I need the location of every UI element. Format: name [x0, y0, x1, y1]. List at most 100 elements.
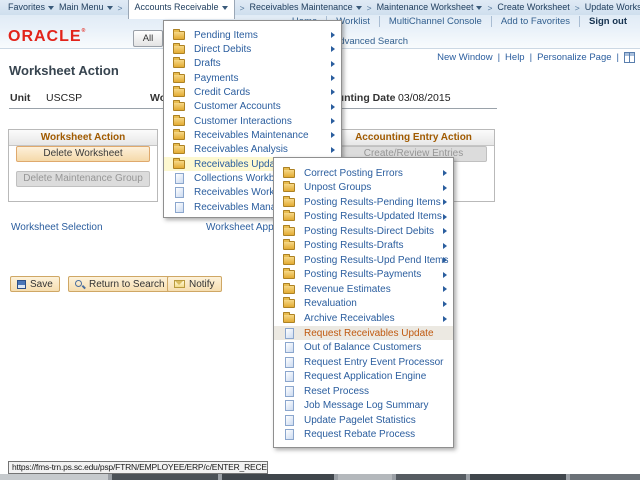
menu-item-direct-debits[interactable]: Direct Debits [164, 42, 341, 56]
utility-nav-multichannel-console[interactable]: MultiChannel Console [379, 16, 491, 27]
page-icon [285, 415, 294, 426]
breadcrumb-item-maintenance-worksheet[interactable]: Maintenance Worksheet [377, 1, 483, 14]
save-button[interactable]: Save [10, 276, 60, 292]
folder-icon [173, 160, 185, 169]
page-icon [175, 173, 184, 184]
taskbar-segment [338, 474, 392, 480]
menu-item-request-receivables-update[interactable]: Request Receivables Update [274, 326, 453, 340]
notify-button[interactable]: Notify [167, 276, 222, 292]
menu-item-label: Update Pagelet Statistics [304, 415, 416, 426]
breadcrumb-item-receivables-maintenance[interactable]: Receivables Maintenance [250, 1, 362, 14]
page-icon [285, 371, 294, 382]
chevron-down-icon [356, 6, 362, 10]
menu-item-drafts[interactable]: Drafts [164, 57, 341, 71]
breadcrumb-item-accounts-receivable[interactable]: Accounts Receivable [128, 0, 235, 19]
folder-icon [283, 314, 295, 323]
folder-icon [283, 183, 295, 192]
menu-item-credit-cards[interactable]: Credit Cards [164, 85, 341, 99]
delete-worksheet-button[interactable]: Delete Worksheet [16, 146, 150, 162]
breadcrumb-item-label: Maintenance Worksheet [377, 2, 474, 12]
menu-item-revaluation[interactable]: Revaluation [274, 297, 453, 311]
menu-item-correct-posting-errors[interactable]: Correct Posting Errors [274, 166, 453, 180]
taskbar-segment [396, 474, 466, 480]
menu-item-pending-items[interactable]: Pending Items [164, 28, 341, 42]
folder-icon [173, 145, 185, 154]
submenu-arrow-icon [443, 257, 447, 263]
breadcrumb-item-update-worksheet[interactable]: Update Worksheet [585, 1, 640, 14]
breadcrumb-item-favorites[interactable]: Favorites [8, 1, 54, 14]
menu-item-label: Request Rebate Process [304, 429, 415, 440]
groupbox-title: Accounting Entry Action [333, 130, 494, 146]
advanced-search-link[interactable]: Advanced Search [333, 36, 408, 47]
folder-icon [283, 241, 295, 250]
menu-item-update-pagelet-statistics[interactable]: Update Pagelet Statistics [274, 413, 453, 427]
page-links-separator: | [498, 52, 500, 63]
menu-item-request-rebate-process[interactable]: Request Rebate Process [274, 428, 453, 442]
utility-nav-add-to-favorites[interactable]: Add to Favorites [491, 16, 579, 27]
menu-item-label: Posting Results-Payments [304, 269, 421, 280]
menu-item-posting-results-drafts[interactable]: Posting Results-Drafts [274, 239, 453, 253]
menu-item-payments[interactable]: Payments [164, 71, 341, 85]
chevron-down-icon [107, 6, 113, 10]
breadcrumb-separator: > [118, 3, 123, 13]
submenu-arrow-icon [443, 243, 447, 249]
folder-icon [283, 270, 295, 279]
folder-icon [173, 45, 185, 54]
menu-item-label: Receivables Analysis [194, 144, 288, 155]
accounting-date-value: 03/08/2015 [398, 92, 451, 104]
submenu-arrow-icon [331, 75, 335, 81]
page-link-new-window[interactable]: New Window [437, 52, 492, 63]
submenu-arrow-icon [443, 170, 447, 176]
menu-item-label: Revaluation [304, 298, 357, 309]
folder-icon [173, 59, 185, 68]
breadcrumb-item-label: Accounts Receivable [135, 2, 219, 12]
menu-item-posting-results-updated-items[interactable]: Posting Results-Updated Items [274, 210, 453, 224]
page-icon [285, 342, 294, 353]
oracle-logo-text: ORACLE [8, 28, 82, 45]
menu-item-customer-interactions[interactable]: Customer Interactions [164, 114, 341, 128]
menu-item-label: Direct Debits [194, 44, 251, 55]
submenu-arrow-icon [443, 228, 447, 234]
personalize-grid-icon[interactable] [624, 52, 635, 63]
menu-item-receivables-maintenance[interactable]: Receivables Maintenance [164, 128, 341, 142]
submenu-arrow-icon [331, 118, 335, 124]
return-to-search-button[interactable]: Return to Search [68, 276, 172, 292]
menu-item-label: Request Receivables Update [304, 328, 434, 339]
page-link-personalize-page[interactable]: Personalize Page [537, 52, 611, 63]
breadcrumb-item-create-worksheet[interactable]: Create Worksheet [497, 1, 569, 14]
menu-item-request-application-engine[interactable]: Request Application Engine [274, 370, 453, 384]
search-scope-all-button[interactable]: All [133, 30, 163, 47]
menu-item-posting-results-upd-pend-items[interactable]: Posting Results-Upd Pend Items [274, 253, 453, 267]
breadcrumb-item-label: Update Worksheet [585, 2, 640, 12]
folder-icon [173, 74, 185, 83]
breadcrumb-separator: > [240, 3, 245, 13]
menu-item-request-entry-event-processor[interactable]: Request Entry Event Processor [274, 355, 453, 369]
worksheet-selection-link[interactable]: Worksheet Selection [11, 222, 103, 233]
menu-item-label: Receivables Maintenance [194, 130, 309, 141]
page-icon [285, 429, 294, 440]
breadcrumb-item-label: Create Worksheet [497, 2, 569, 12]
menu-item-label: Archive Receivables [304, 313, 395, 324]
menu-item-customer-accounts[interactable]: Customer Accounts [164, 100, 341, 114]
menu-item-revenue-estimates[interactable]: Revenue Estimates [274, 282, 453, 296]
menu-item-reset-process[interactable]: Reset Process [274, 384, 453, 398]
menu-item-unpost-groups[interactable]: Unpost Groups [274, 181, 453, 195]
breadcrumb-item-main-menu[interactable]: Main Menu [59, 1, 113, 14]
submenu-arrow-icon [443, 199, 447, 205]
taskbar-strip [0, 474, 640, 480]
menu-item-receivables-analysis[interactable]: Receivables Analysis [164, 143, 341, 157]
page-link-help[interactable]: Help [505, 52, 525, 63]
utility-nav-sign-out[interactable]: Sign out [579, 16, 636, 27]
toolbar-button-label: Save [30, 279, 53, 290]
submenu-arrow-icon [331, 132, 335, 138]
submenu-arrow-icon [443, 185, 447, 191]
page-icon [285, 386, 294, 397]
menu-item-posting-results-direct-debits[interactable]: Posting Results-Direct Debits [274, 224, 453, 238]
folder-icon [283, 256, 295, 265]
menu-item-archive-receivables[interactable]: Archive Receivables [274, 312, 453, 326]
menu-item-label: Reset Process [304, 386, 369, 397]
menu-item-out-of-balance-customers[interactable]: Out of Balance Customers [274, 341, 453, 355]
menu-item-posting-results-payments[interactable]: Posting Results-Payments [274, 268, 453, 282]
menu-item-posting-results-pending-items[interactable]: Posting Results-Pending Items [274, 195, 453, 209]
menu-item-job-message-log-summary[interactable]: Job Message Log Summary [274, 399, 453, 413]
